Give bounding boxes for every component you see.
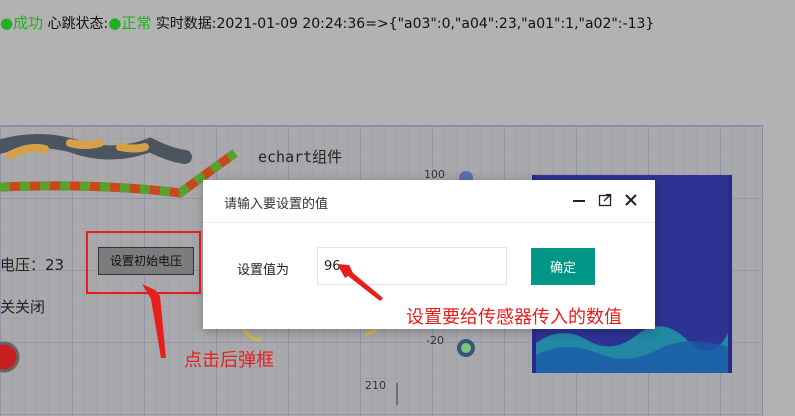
voltage-readout: 电压：23: [0, 256, 65, 274]
heartbeat-status: ●正常: [108, 14, 152, 32]
alarm-light: [0, 341, 20, 373]
value-input[interactable]: [317, 247, 507, 285]
connection-status: ●成功: [0, 14, 44, 32]
set-initial-voltage-button[interactable]: 设置初始电压: [98, 247, 194, 275]
realtime-data: 实时数据:2021-01-09 20:24:36=>{"a03":0,"a04"…: [155, 16, 655, 32]
dialog-title: 请输入要设置的值: [224, 197, 329, 212]
dialog-header: 请输入要设置的值: [203, 180, 655, 223]
status-bar: ●成功 心跳状态:●正常 实时数据:2021-01-09 20:24:36=>{…: [0, 10, 654, 36]
minimize-icon[interactable]: [571, 192, 587, 208]
gauge-knob-bottom-core: [461, 343, 471, 353]
annotation-click-popup: 点击后弹框: [184, 350, 274, 371]
echart-component-label: echart组件: [258, 148, 343, 166]
heartbeat-label: 心跳状态:: [47, 16, 109, 32]
gauge-tick-bottom: -20: [426, 334, 444, 347]
close-icon[interactable]: [623, 192, 639, 208]
switch-status: 关关闭: [0, 298, 46, 316]
confirm-button[interactable]: 确定: [531, 248, 595, 285]
axis-tick-label: 210: [365, 379, 386, 392]
value-field-label: 设置值为: [237, 263, 290, 278]
maximize-icon[interactable]: [597, 192, 613, 208]
annotation-set-value-hint: 设置要给传感器传入的数值: [406, 307, 622, 328]
